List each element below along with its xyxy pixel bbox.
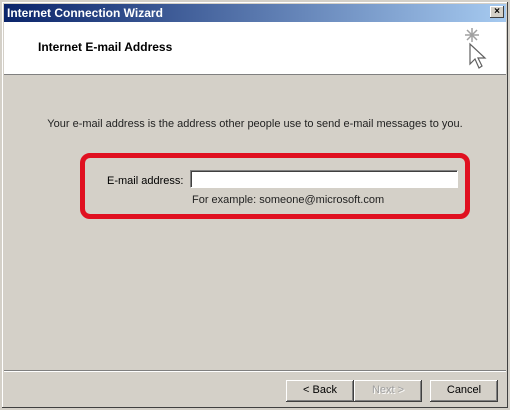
wizard-window: Internet Connection Wizard × Internet E-… [0, 0, 510, 410]
window-title: Internet Connection Wizard [7, 6, 163, 20]
title-bar[interactable]: Internet Connection Wizard × [4, 4, 506, 22]
close-button[interactable]: × [490, 6, 504, 18]
wizard-header: Internet E-mail Address [4, 22, 506, 75]
next-button[interactable]: Next > [354, 380, 422, 402]
footer-divider [4, 370, 506, 372]
page-title: Internet E-mail Address [38, 40, 173, 54]
email-example-hint: For example: someone@microsoft.com [192, 194, 385, 206]
email-address-input[interactable] [190, 170, 458, 188]
wizard-cursor-sparkle-icon [465, 28, 487, 69]
description-text: Your e-mail address is the address other… [47, 118, 463, 130]
cancel-button[interactable]: Cancel [430, 380, 498, 402]
email-address-label: E-mail address: [107, 175, 184, 187]
back-button[interactable]: < Back [286, 380, 354, 402]
